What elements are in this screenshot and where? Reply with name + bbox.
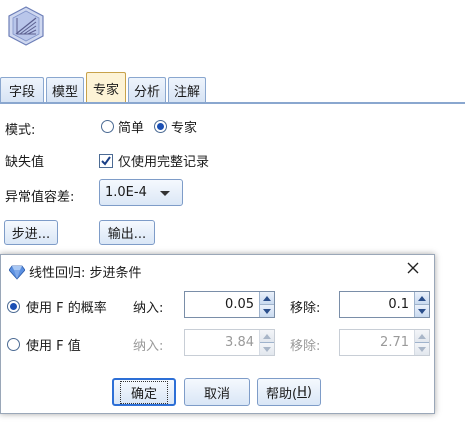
help-mnemonic: H <box>297 384 307 400</box>
tab-bar: 字段 模型 专家 分析 注解 <box>0 72 208 103</box>
spinner-arrows[interactable] <box>259 292 274 317</box>
ok-button[interactable]: 确定 <box>112 378 176 406</box>
complete-records-checkbox[interactable]: 仅使用完整记录 <box>99 151 209 170</box>
tab-model[interactable]: 模型 <box>46 77 84 103</box>
tab-divider <box>0 102 465 104</box>
spin-up-icon[interactable] <box>260 292 274 304</box>
close-icon[interactable] <box>406 261 420 275</box>
dialog-title-bar: 线性回归: 步进条件 <box>9 262 142 281</box>
singularity-tolerance-label: 异常值容差: <box>5 190 75 205</box>
tab-annotations[interactable]: 注解 <box>168 77 206 103</box>
singularity-tolerance-value: 1.0E-4 <box>105 185 147 200</box>
removal-label: 移除: <box>290 301 321 316</box>
entry-probability-value[interactable]: 0.05 <box>185 292 259 317</box>
removal-probability-value[interactable]: 0.1 <box>340 292 414 317</box>
mode-simple-radio[interactable] <box>101 120 114 133</box>
help-button[interactable]: 帮助(H) <box>257 378 321 406</box>
mode-expert-label[interactable]: 专家 <box>171 117 197 136</box>
mode-radio-group: 简单 专家 <box>101 117 203 136</box>
spin-down-icon <box>260 342 274 355</box>
missing-values-label: 缺失值 <box>5 155 45 170</box>
mode-simple-label[interactable]: 简单 <box>118 117 144 136</box>
entry-f-value: 3.84 <box>225 335 254 350</box>
cancel-button[interactable]: 取消 <box>184 378 250 406</box>
removal-label-disabled: 移除: <box>290 339 321 354</box>
spinner-arrows <box>414 330 429 355</box>
regression-node-icon <box>8 6 44 46</box>
ok-label[interactable]: 确定 <box>119 380 168 404</box>
spin-up-icon[interactable] <box>415 292 429 304</box>
stepping-button[interactable]: 步进... <box>4 220 58 245</box>
use-f-probability-label[interactable]: 使用 F 的概率 <box>26 297 107 316</box>
use-f-value-radio[interactable] <box>7 338 20 351</box>
entry-label-disabled: 纳入: <box>133 339 164 354</box>
spin-down-icon <box>415 342 429 355</box>
mode-label: 模式: <box>5 123 36 138</box>
chevron-down-icon <box>160 191 170 196</box>
output-button[interactable]: 输出... <box>99 220 155 245</box>
spin-up-icon <box>260 330 274 342</box>
spinner-arrows[interactable] <box>414 292 429 317</box>
dialog-title: 线性回归: 步进条件 <box>29 266 142 281</box>
use-f-probability-radio[interactable] <box>7 300 20 313</box>
entry-probability-spinner[interactable]: 0.05 <box>184 291 275 318</box>
help-label-suffix: ) <box>306 384 312 400</box>
spin-down-icon[interactable] <box>415 304 429 317</box>
stepping-criteria-dialog: 线性回归: 步进条件 使用 F 的概率 纳入: 0.05 移除: 0.1 使用 … <box>0 254 435 414</box>
spin-up-icon <box>415 330 429 342</box>
removal-f-value: 2.71 <box>380 335 409 350</box>
checkbox-box[interactable] <box>99 153 113 168</box>
singularity-tolerance-dropdown[interactable]: 1.0E-4 <box>99 179 183 206</box>
use-f-probability-option[interactable]: 使用 F 的概率 <box>7 297 107 316</box>
tab-fields[interactable]: 字段 <box>0 77 44 103</box>
entry-label: 纳入: <box>133 301 164 316</box>
mode-expert-radio[interactable] <box>154 120 168 133</box>
tab-analyze[interactable]: 分析 <box>128 77 166 103</box>
gem-icon <box>9 265 25 280</box>
tab-expert[interactable]: 专家 <box>86 72 126 103</box>
entry-f-value-spinner: 3.84 <box>184 329 275 356</box>
checkmark-icon <box>101 155 111 166</box>
help-label-prefix: 帮助( <box>266 386 298 402</box>
removal-f-value-spinner: 2.71 <box>339 329 430 356</box>
use-f-value-label[interactable]: 使用 F 值 <box>26 335 81 354</box>
use-f-value-option[interactable]: 使用 F 值 <box>7 335 81 354</box>
spin-down-icon[interactable] <box>260 304 274 317</box>
complete-records-label[interactable]: 仅使用完整记录 <box>118 151 209 170</box>
removal-probability-spinner[interactable]: 0.1 <box>339 291 430 318</box>
spinner-arrows <box>259 330 274 355</box>
